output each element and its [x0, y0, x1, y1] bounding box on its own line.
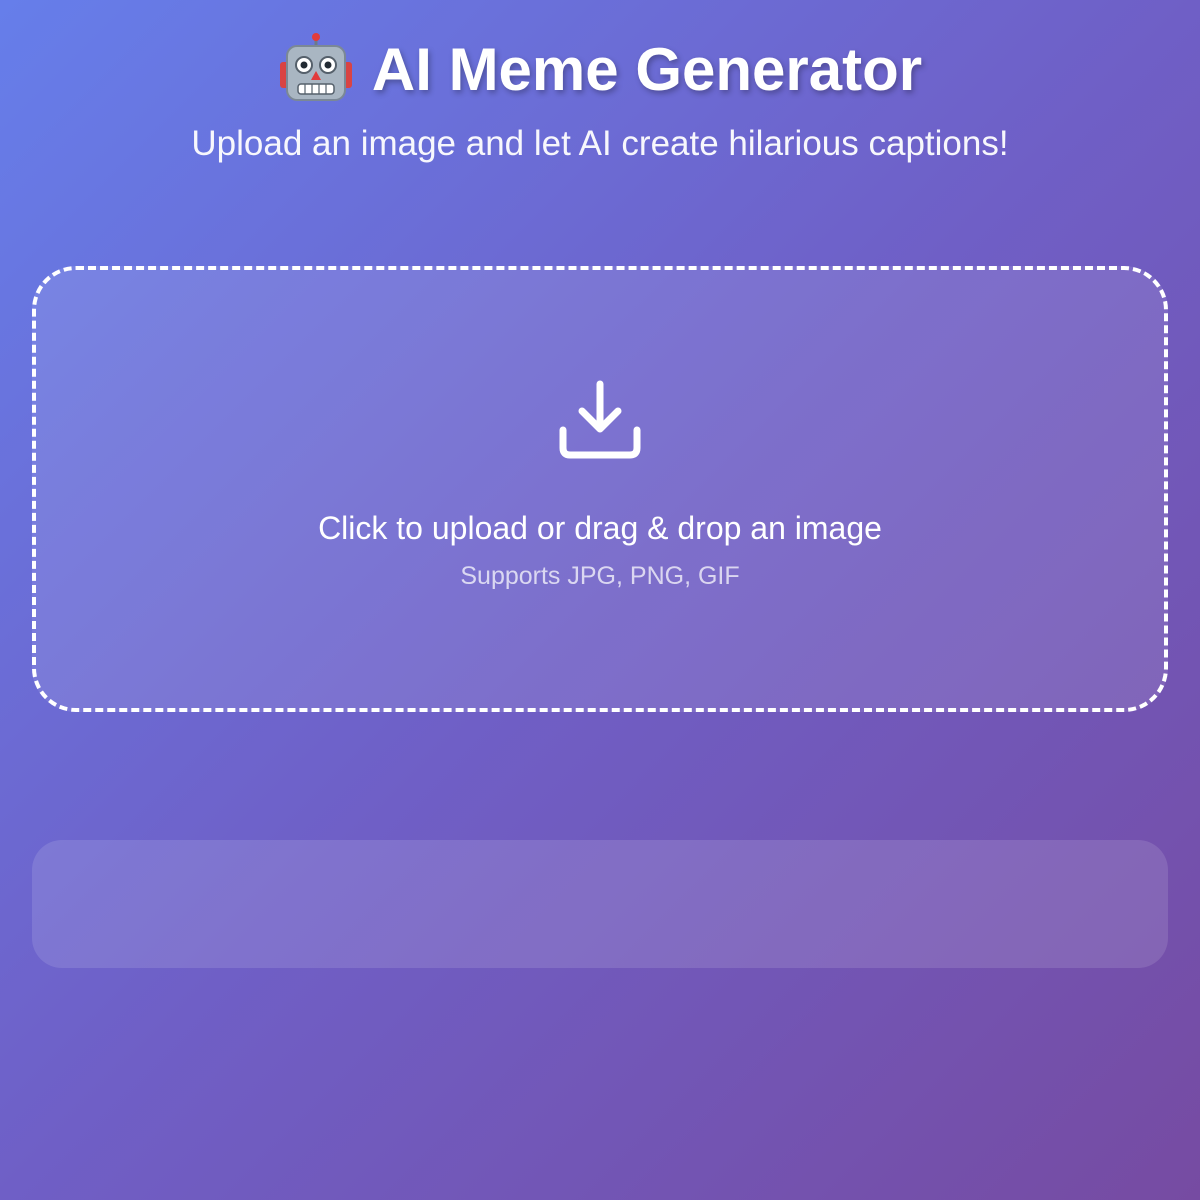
upload-prompt: Click to upload or drag & drop an image: [318, 510, 882, 546]
results-panel: [32, 840, 1168, 968]
upload-dropzone[interactable]: Click to upload or drag & drop an image …: [32, 266, 1168, 712]
title-text: AI Meme Generator: [371, 36, 923, 103]
page-subtitle: Upload an image and let AI create hilari…: [191, 124, 1009, 163]
download-tray-icon: [559, 380, 641, 459]
app-header: AI Meme Generator Upload an image and le…: [0, 32, 1200, 166]
supported-formats-hint: Supports JPG, PNG, GIF: [460, 562, 740, 590]
page-title: AI Meme Generator: [0, 32, 1200, 108]
robot-face-icon: [279, 33, 352, 101]
